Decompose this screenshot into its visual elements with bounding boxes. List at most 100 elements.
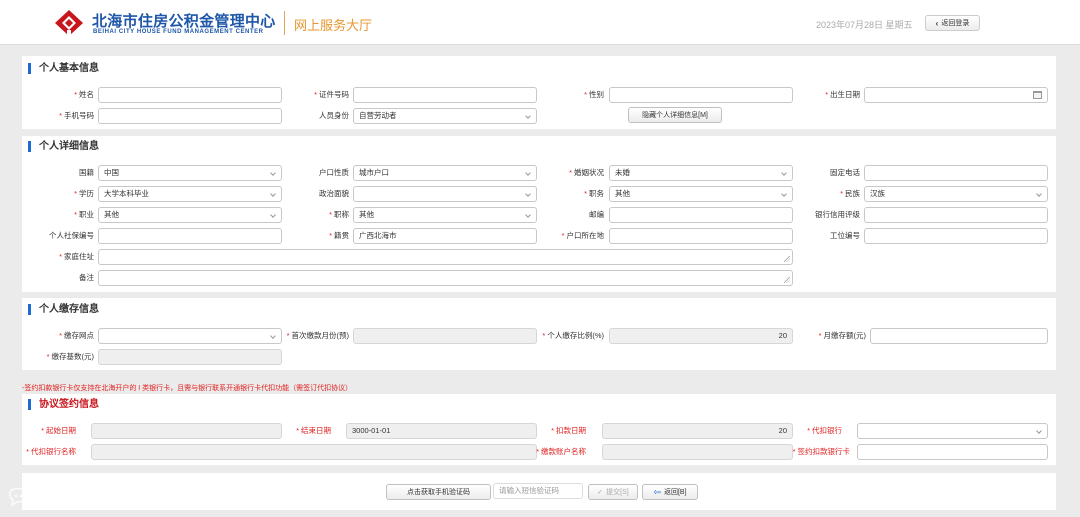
account-name-label: * 缴款账户名称 bbox=[536, 447, 586, 456]
education-select[interactable]: 大学本科毕业 bbox=[98, 186, 282, 202]
identity-label: 人员身份 bbox=[319, 111, 349, 120]
get-sms-code-button[interactable]: 点击获取手机验证码 bbox=[386, 484, 491, 500]
submit-label: 提交[S] bbox=[606, 489, 629, 496]
name-label: * 姓名 bbox=[74, 90, 94, 99]
ethnic-select[interactable]: 汉族 bbox=[864, 186, 1048, 202]
agreement-panel: 协议签约信息 * 起始日期 * 结束日期 3000-01-01 * 扣款日期 20 *… bbox=[22, 394, 1056, 465]
birth-date-input[interactable] bbox=[864, 87, 1048, 103]
zip-input[interactable] bbox=[609, 207, 793, 223]
back-to-login-label: 返回登录 bbox=[941, 20, 970, 27]
credit-rating-label: 银行信用评级 bbox=[815, 210, 860, 219]
hukou-address-input[interactable] bbox=[609, 228, 793, 244]
ethnic-label: * 民族 bbox=[840, 189, 860, 198]
social-security-input[interactable] bbox=[98, 228, 282, 244]
marital-select[interactable]: 未婚 bbox=[609, 165, 793, 181]
chat-bubble-icon bbox=[9, 487, 29, 506]
home-address-textarea[interactable] bbox=[98, 249, 793, 265]
deposit-base-label: * 缴存基数(元) bbox=[46, 352, 94, 361]
job-title-select[interactable]: 其他 bbox=[353, 207, 537, 223]
hall-title: 网上服务大厅 bbox=[294, 18, 373, 33]
gender-label: * 性别 bbox=[584, 90, 604, 99]
hukou-type-select[interactable]: 城市户口 bbox=[353, 165, 537, 181]
bank-name-input bbox=[91, 444, 537, 460]
chevron-left-icon: ‹ bbox=[935, 18, 939, 28]
first-month-label: * 首次缴款月份(预) bbox=[286, 331, 349, 340]
gender-input[interactable] bbox=[609, 87, 793, 103]
bank-select[interactable] bbox=[857, 423, 1048, 439]
back-to-login-button[interactable]: ‹ 返回登录 bbox=[925, 15, 980, 31]
monthly-deposit-label: * 月缴存额(元) bbox=[818, 331, 866, 340]
deposit-ratio-label: * 个人缴存比例(%) bbox=[542, 331, 604, 340]
first-month-input bbox=[353, 328, 537, 344]
basic-info-panel: 个人基本信息 * 姓名 * 证件号码 * 性别 * 出生日期 * 手机号码 人员身份 自营… bbox=[22, 56, 1056, 129]
account-name-input bbox=[602, 444, 793, 460]
duty-select[interactable]: 其他 bbox=[609, 186, 793, 202]
watermark: 大数跨境 bbox=[8, 484, 102, 509]
deduct-day-label: * 扣款日期 bbox=[551, 426, 586, 435]
deposit-base-input bbox=[98, 349, 282, 365]
zip-label: 邮编 bbox=[589, 210, 604, 219]
calendar-icon bbox=[1033, 91, 1042, 99]
landline-label: 固定电话 bbox=[830, 168, 860, 177]
hpf-logo-icon bbox=[55, 10, 83, 36]
occupation-label: * 职业 bbox=[74, 210, 94, 219]
bank-card-input[interactable] bbox=[857, 444, 1048, 460]
hukou-type-label: 户口性质 bbox=[319, 168, 349, 177]
landline-input[interactable] bbox=[864, 165, 1048, 181]
social-security-label: 个人社保编号 bbox=[49, 231, 94, 240]
sms-code-input[interactable]: 请输入短信验证码 bbox=[493, 483, 583, 499]
remark-textarea[interactable] bbox=[98, 270, 793, 286]
duty-label: * 职务 bbox=[584, 189, 604, 198]
org-name: 北海市住房公积金管理中心 bbox=[92, 13, 276, 30]
identity-select[interactable]: 自营劳动者 bbox=[353, 108, 537, 124]
political-select[interactable] bbox=[353, 186, 537, 202]
bank-name-label: * 代扣银行名称 bbox=[26, 447, 76, 456]
end-date-input: 3000-01-01 bbox=[346, 423, 537, 439]
native-place-input[interactable]: 广西北海市 bbox=[353, 228, 537, 244]
job-number-input[interactable] bbox=[864, 228, 1048, 244]
resize-handle-icon[interactable] bbox=[784, 277, 790, 283]
logo-divider bbox=[284, 11, 285, 35]
agreement-title: 协议签约信息 bbox=[28, 399, 99, 410]
phone-label: * 手机号码 bbox=[59, 111, 94, 120]
education-label: * 学历 bbox=[74, 189, 94, 198]
nationality-select[interactable]: 中国 bbox=[98, 165, 282, 181]
birth-date-label: * 出生日期 bbox=[825, 90, 860, 99]
resize-handle-icon[interactable] bbox=[784, 256, 790, 262]
deposit-outlet-select[interactable] bbox=[98, 328, 282, 344]
id-number-label: * 证件号码 bbox=[314, 90, 349, 99]
job-title-label: * 职称 bbox=[329, 210, 349, 219]
marital-label: * 婚姻状况 bbox=[569, 168, 604, 177]
start-date-label: * 起始日期 bbox=[41, 426, 76, 435]
political-label: 政治面貌 bbox=[319, 189, 349, 198]
occupation-select[interactable]: 其他 bbox=[98, 207, 282, 223]
remark-label: 备注 bbox=[79, 273, 94, 282]
home-address-label: * 家庭住址 bbox=[59, 252, 94, 261]
current-date: 2023年07月28日 星期五 bbox=[816, 20, 913, 30]
end-date-label: * 结束日期 bbox=[296, 426, 331, 435]
bank-card-notice: -签约扣款银行卡仅支持在北海开户的 I 类银行卡，且需与银行联系开通银行卡代扣功… bbox=[22, 385, 353, 392]
back-button[interactable]: ⇦ 返回[B] bbox=[642, 484, 698, 500]
nationality-label: 国籍 bbox=[79, 168, 94, 177]
deposit-info-panel: 个人缴存信息 * 缴存网点 * 首次缴款月份(预) * 个人缴存比例(%) 20 * 月… bbox=[22, 298, 1056, 370]
start-date-input bbox=[91, 423, 282, 439]
watermark-text: 大数跨境 bbox=[34, 489, 102, 508]
page-header: 北海市住房公积金管理中心 BEIHAI CITY HOUSE FUND MANA… bbox=[0, 0, 1080, 45]
credit-rating-input[interactable] bbox=[864, 207, 1048, 223]
detail-info-title: 个人详细信息 bbox=[28, 141, 99, 152]
deposit-info-title: 个人缴存信息 bbox=[28, 304, 99, 315]
phone-input[interactable] bbox=[98, 108, 282, 124]
deposit-outlet-label: * 缴存网点 bbox=[59, 331, 94, 340]
monthly-deposit-input[interactable] bbox=[870, 328, 1048, 344]
toggle-detail-button[interactable]: 隐藏个人详细信息[M] bbox=[628, 107, 722, 123]
check-icon: ✓ bbox=[597, 489, 604, 496]
id-number-input[interactable] bbox=[353, 87, 537, 103]
bank-label: * 代扣银行 bbox=[807, 426, 842, 435]
detail-info-panel: 个人详细信息 国籍 中国 户口性质 城市户口 * 婚姻状况 未婚 固定电话 * 学历… bbox=[22, 136, 1056, 292]
bank-card-label: * 签约扣款银行卡 bbox=[792, 447, 850, 456]
name-input[interactable] bbox=[98, 87, 282, 103]
arrow-left-icon: ⇦ bbox=[653, 486, 661, 497]
org-name-en: BEIHAI CITY HOUSE FUND MANAGEMENT CENTER bbox=[93, 29, 264, 35]
back-label: 返回[B] bbox=[663, 489, 687, 496]
submit-button[interactable]: ✓ 提交[S] bbox=[588, 484, 638, 500]
